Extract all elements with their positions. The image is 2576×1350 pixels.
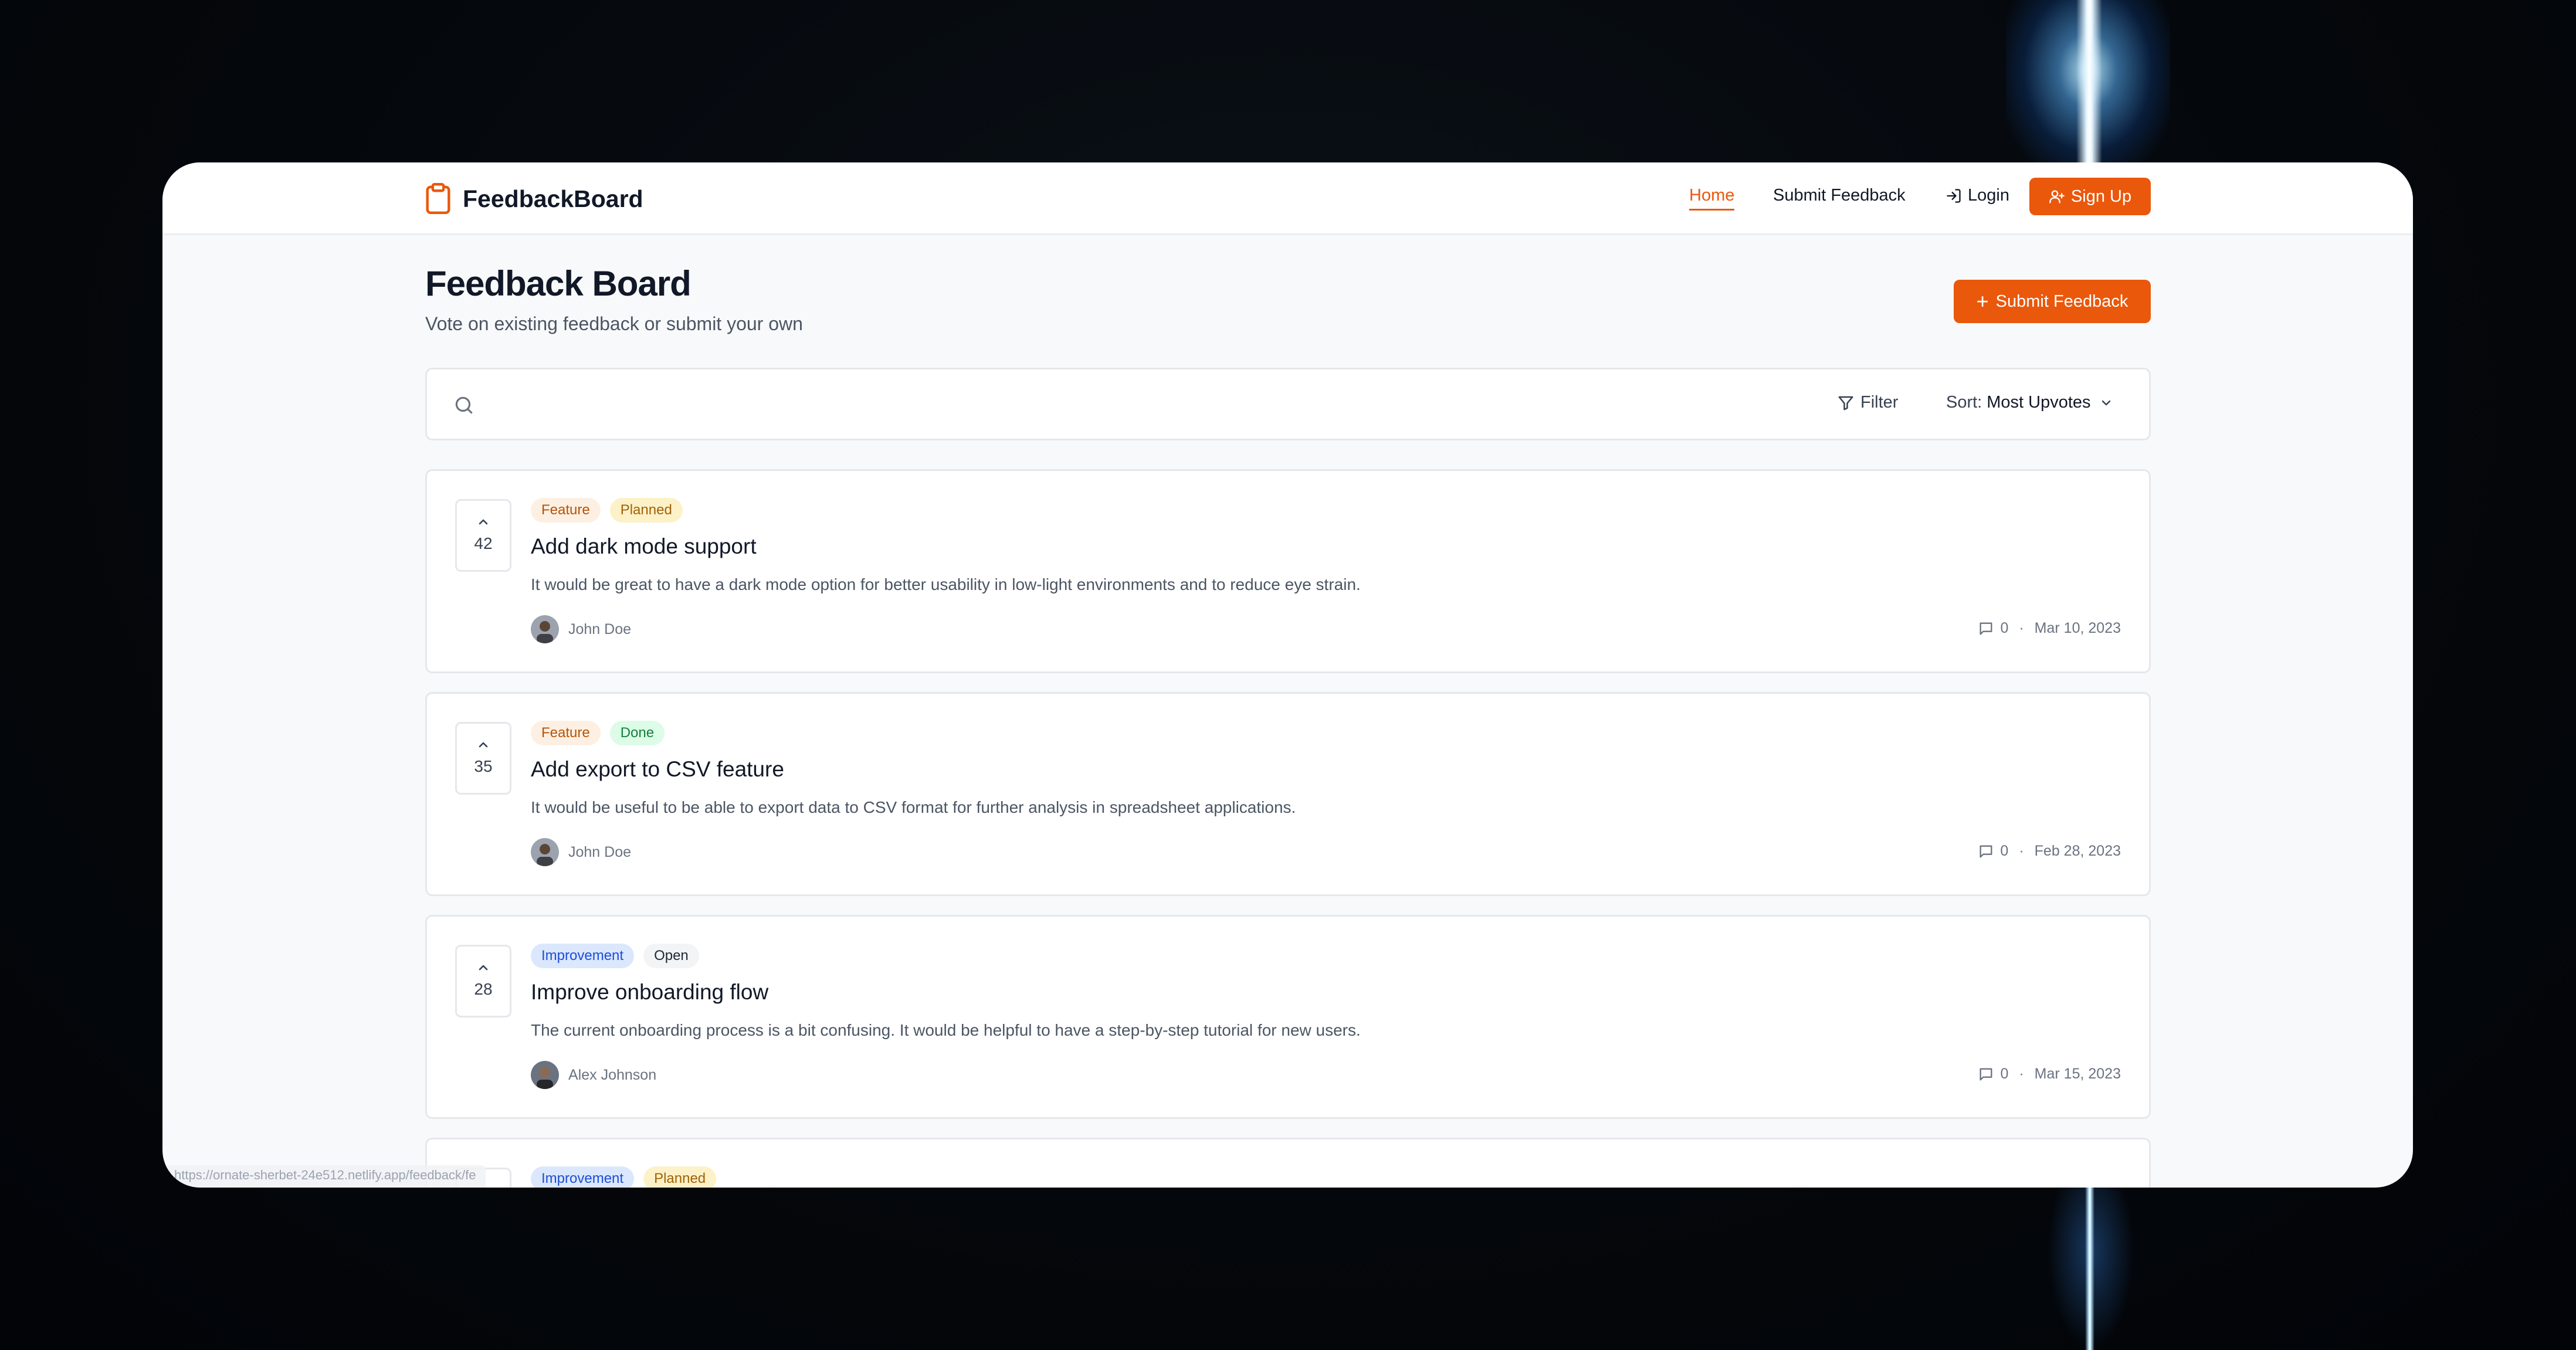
feedback-description: It would be useful to be able to export … [531,798,1296,816]
top-navbar: FeedbackBoard Home Submit Feedback Login… [162,162,2413,235]
chevron-down-icon [2102,400,2110,405]
avatar [531,1061,559,1089]
feedback-title[interactable]: Add export to CSV feature [531,757,784,782]
comment-count: 0 [2000,620,2009,636]
filter-icon [1838,396,1853,410]
feedback-meta: 0 · Mar 15, 2023 [1978,1066,2121,1083]
clipboard-icon [426,183,450,215]
user-plus-icon [2049,190,2065,203]
light-beam [2076,0,2102,170]
sort-value: Most Upvotes [1987,393,2091,412]
avatar [531,615,559,643]
upvote-button[interactable]: 35 [455,722,511,795]
author: John Doe [531,615,631,643]
upvote-button[interactable]: 28 [455,945,511,1017]
search-filter-bar: Filter Sort: Most Upvotes [425,368,2151,440]
chevron-up-icon [479,742,488,748]
browser-window: FeedbackBoard Home Submit Feedback Login… [162,162,2413,1188]
page-subtitle: Vote on existing feedback or submit your… [425,313,803,334]
comment-icon [1980,622,1992,635]
status-bar-url: https://ornate-sherbet-24e512.netlify.ap… [162,1165,486,1188]
feedback-date: Mar 15, 2023 [2034,1066,2121,1082]
feedback-date: Mar 10, 2023 [2034,620,2121,636]
tag-badge: Feature [531,498,601,523]
upvote-button[interactable]: 42 [455,499,511,572]
search-input[interactable] [486,387,1835,422]
author: John Doe [531,838,631,866]
chevron-up-icon [479,965,488,971]
sort-dropdown[interactable]: Sort: Most Upvotes [1946,393,2113,412]
separator-dot: · [2019,843,2024,859]
nav-login-label: Login [1968,186,2009,205]
comment-icon [1980,1068,1992,1080]
nav-submit-feedback-link[interactable]: Submit Feedback [1773,186,1906,205]
status-badge: Done [609,721,665,745]
separator-dot: · [2019,620,2024,636]
status-badge: Planned [643,1166,717,1188]
feedback-date: Feb 28, 2023 [2034,843,2121,859]
status-badge: Open [643,944,699,968]
author-name: Alex Johnson [568,1066,657,1083]
tag-badge: Feature [531,721,601,745]
tag-list: Feature Done [531,721,674,745]
login-icon [1947,188,1961,203]
search-icon [455,396,473,414]
comment-icon [1980,845,1992,857]
plus-icon: + [1976,289,1989,313]
brand-name: FeedbackBoard [463,185,643,212]
author: Alex Johnson [531,1061,656,1089]
tag-list: Feature Planned [531,498,692,523]
feedback-description: The current onboarding process is a bit … [531,1021,1361,1039]
author-name: John Doe [568,843,632,860]
desktop-background: FeedbackBoard Home Submit Feedback Login… [0,0,2576,1350]
feedback-card[interactable]: 28 Improvement Open Improve onboarding f… [425,915,2151,1119]
feedback-title[interactable]: Improve onboarding flow [531,980,768,1005]
page-title: Feedback Board [425,264,692,303]
feedback-card[interactable]: 35 Feature Done Add export to CSV featur… [425,692,2151,896]
vote-count: 35 [474,757,493,775]
avatar [531,838,559,866]
comment-count: 0 [2000,843,2009,859]
feedback-title[interactable]: Add dark mode support [531,534,757,559]
separator-dot: · [2019,1066,2024,1082]
signup-button[interactable]: Sign Up [2029,178,2151,215]
chevron-up-icon [479,519,488,525]
submit-feedback-button[interactable]: + Submit Feedback [1954,280,2151,323]
nav-home-link[interactable]: Home [1689,186,1735,211]
status-badge: Planned [609,498,683,523]
author-name: John Doe [568,620,632,637]
brand-logo[interactable]: FeedbackBoard [425,182,643,215]
tag-badge: Improvement [531,1166,635,1188]
feedback-card[interactable]: 42 Feature Planned Add dark mode support… [425,469,2151,673]
submit-feedback-label: Submit Feedback [1995,291,2128,311]
comment-count: 0 [2000,1066,2009,1082]
filter-label: Filter [1860,393,1899,412]
nav-login-link[interactable]: Login [1945,186,2009,205]
vote-count: 42 [474,534,493,552]
light-beam-bottom [2085,1185,2094,1350]
vote-count: 28 [474,980,493,998]
feedback-meta: 0 · Feb 28, 2023 [1978,843,2121,860]
feedback-card[interactable]: Improvement Planned [425,1138,2151,1188]
feedback-description: It would be great to have a dark mode op… [531,575,1361,593]
tag-list: Improvement Open [531,944,709,968]
feedback-meta: 0 · Mar 10, 2023 [1978,620,2121,637]
tag-badge: Improvement [531,944,635,968]
signup-label: Sign Up [2070,186,2132,206]
tag-list: Improvement Planned [531,1166,726,1188]
filter-button[interactable]: Filter [1837,393,1898,412]
sort-label: Sort: [1946,393,1982,412]
